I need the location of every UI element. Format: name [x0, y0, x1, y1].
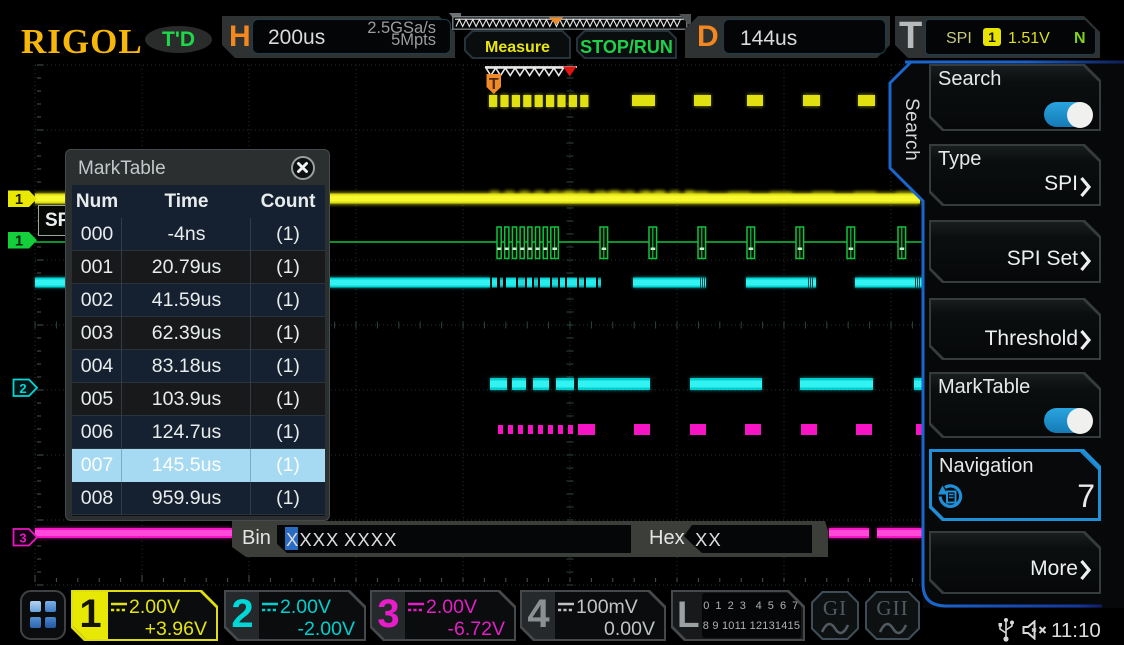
svg-text:T: T [489, 76, 499, 93]
svg-text:1: 1 [15, 191, 23, 208]
svg-text:1: 1 [15, 233, 23, 250]
svg-text:3: 3 [19, 531, 26, 546]
svg-text:2: 2 [19, 381, 26, 396]
